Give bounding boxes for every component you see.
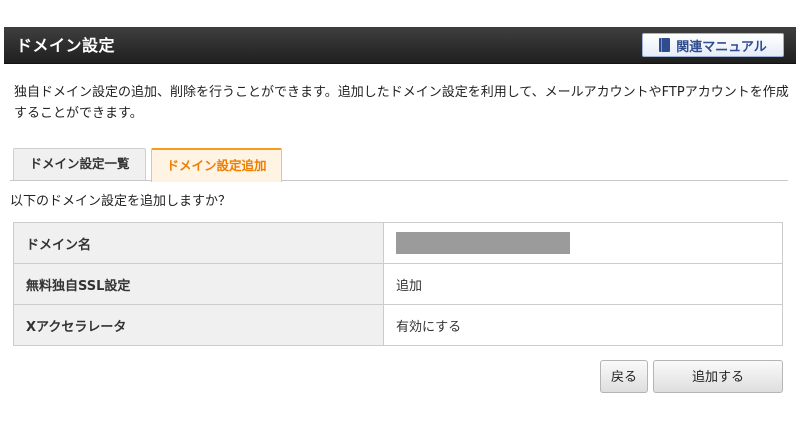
x-accelerator-value: 有効にする [383,304,783,346]
x-accelerator-label: Xアクセラレータ [13,304,384,346]
page-title: ドメイン設定 [16,36,116,55]
tab-domain-list[interactable]: ドメイン設定一覧 [13,148,146,180]
table-row: ドメイン名 [13,222,783,264]
related-manual-button[interactable]: 関連マニュアル [642,33,784,57]
add-submit-button[interactable]: 追加する [653,360,783,393]
page-description: 独自ドメイン設定の追加、削除を行うことができます。追加したドメイン設定を利用して… [14,85,789,121]
page-header: ドメイン設定 関連マニュアル [4,27,796,64]
redacted-domain-block [396,232,570,254]
settings-table: ドメイン名 無料独自SSL設定 追加 Xアクセラレータ 有効にする [13,222,783,346]
domain-name-label: ドメイン名 [13,222,384,264]
book-icon [659,38,671,52]
table-row: 無料独自SSL設定 追加 [13,263,783,305]
ssl-setting-label: 無料独自SSL設定 [13,263,384,305]
domain-name-value [383,222,783,264]
tab-bar: ドメイン設定一覧 ドメイン設定追加 [10,146,788,182]
back-button[interactable]: 戻る [600,360,648,393]
ssl-setting-value: 追加 [383,263,783,305]
tab-domain-add[interactable]: ドメイン設定追加 [151,148,282,182]
related-manual-label: 関連マニュアル [676,39,767,55]
table-row: Xアクセラレータ 有効にする [13,304,783,346]
confirm-question: 以下のドメイン設定を追加しますか？ [10,194,232,209]
